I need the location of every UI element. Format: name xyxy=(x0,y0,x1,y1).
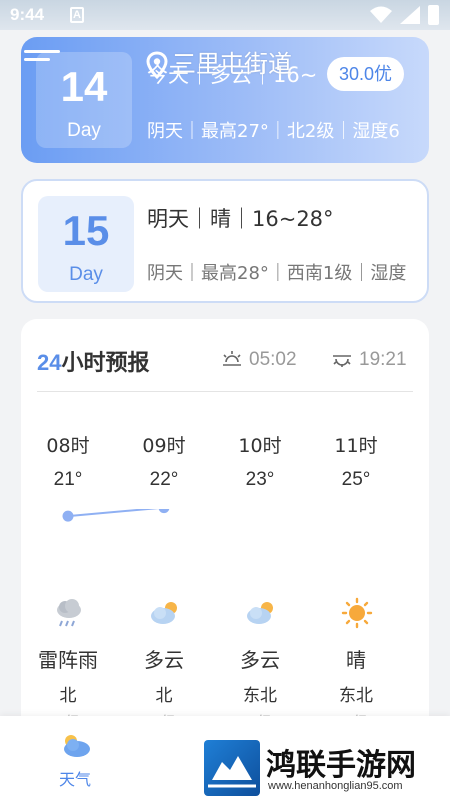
hour-wind-direction: 北 xyxy=(59,686,77,706)
location-name: 三里屯街道 xyxy=(172,50,292,78)
tomorrow-summary: 明天｜晴｜16~28° xyxy=(147,207,334,231)
weather-nav-icon xyxy=(64,735,90,757)
hour-time: 10时 xyxy=(238,435,282,457)
hourly-title-text: 小时预报 xyxy=(61,351,150,376)
hourly-title: 24小时预报 xyxy=(37,345,150,377)
partly-cloudy-icon xyxy=(151,602,177,624)
tomorrow-day-number: 15 xyxy=(62,207,110,254)
hourly-forecast-card[interactable]: 24小时预报 05:02 19:21 08时 21° 雷阵雨 北 09时 22°… xyxy=(21,319,429,739)
today-day-label: Day xyxy=(67,120,101,141)
aqi-badge[interactable]: 30.0优 xyxy=(327,57,405,91)
hour-temp: 21° xyxy=(53,469,83,490)
status-time: 9:44 xyxy=(10,5,45,24)
watermark-logo-icon xyxy=(204,740,260,796)
tomorrow-details: 阴天｜最高28°｜西南1级｜湿度 xyxy=(147,263,407,284)
watermark-title: 鸿联手游网 xyxy=(266,748,416,783)
hour-condition: 雷阵雨 xyxy=(38,648,98,672)
hour-wind-direction: 东北 xyxy=(339,686,373,706)
hour-temp: 25° xyxy=(341,469,371,490)
temperature-point xyxy=(158,509,170,514)
temperature-point xyxy=(62,510,74,522)
signal-icon xyxy=(400,6,420,24)
nav-tab-weather[interactable]: 天气 xyxy=(50,730,100,790)
location-pin-icon xyxy=(146,51,168,79)
tomorrow-card[interactable]: 15 Day 明天｜晴｜16~28° 阴天｜最高28°｜西南1级｜湿度 xyxy=(21,179,429,303)
hour-wind-direction: 北 xyxy=(155,686,173,706)
sunrise-info: 05:02 xyxy=(221,349,297,371)
sunset-icon xyxy=(333,355,351,367)
wifi-icon xyxy=(370,6,392,23)
hour-time: 09时 xyxy=(142,435,186,457)
site-watermark: 鸿联手游网 www.henanhonglian95.com xyxy=(200,738,446,798)
hour-condition: 多云 xyxy=(144,648,184,672)
sunrise-icon xyxy=(223,351,241,366)
partly-cloudy-icon xyxy=(247,602,273,624)
hour-wind-direction: 东北 xyxy=(243,686,277,706)
battery-icon xyxy=(428,5,439,25)
location-title[interactable]: 三里屯街道 xyxy=(146,44,292,79)
today-day-number: 14 xyxy=(60,63,108,110)
tomorrow-date-box: 15 Day xyxy=(38,196,134,292)
hourly-title-number: 24 xyxy=(37,350,62,375)
hour-temp: 22° xyxy=(149,469,179,490)
menu-icon[interactable] xyxy=(24,50,60,70)
hour-time: 08时 xyxy=(46,435,90,457)
tomorrow-day-label: Day xyxy=(69,264,103,285)
hour-temp: 23° xyxy=(245,469,275,490)
thunder-rain-icon xyxy=(57,599,81,627)
sunrise-time: 05:02 xyxy=(249,349,297,370)
sun-icon xyxy=(341,597,373,629)
sunset-time: 19:21 xyxy=(359,349,407,370)
today-details: 阴天｜最高27°｜北2级｜湿度6 xyxy=(147,121,400,142)
hour-time: 11时 xyxy=(334,435,378,457)
sunset-info: 19:21 xyxy=(331,349,407,371)
watermark-url: www.henanhonglian95.com xyxy=(268,780,403,792)
status-bar: 9:44 A xyxy=(0,0,450,30)
temperature-line xyxy=(67,509,160,518)
divider xyxy=(37,391,413,392)
notification-icon: A xyxy=(70,7,84,23)
hour-condition: 多云 xyxy=(240,648,280,672)
hour-condition: 晴 xyxy=(346,648,366,672)
nav-weather-label: 天气 xyxy=(58,770,91,789)
temperature-line-chart xyxy=(62,509,170,522)
